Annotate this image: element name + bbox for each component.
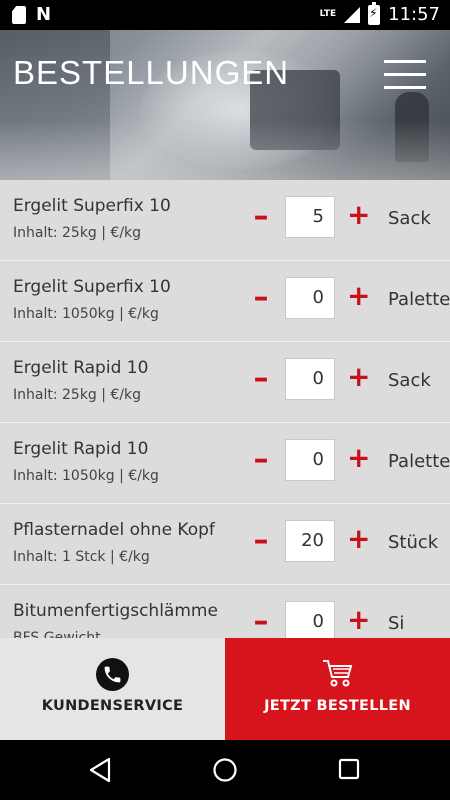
product-unit: Palette bbox=[388, 451, 450, 472]
product-name: Ergelit Superfix 10 bbox=[13, 277, 171, 297]
product-row: Ergelit Rapid 10 Inhalt: 1050kg | €/kg –… bbox=[0, 423, 450, 504]
header-image-dust bbox=[0, 120, 450, 180]
product-list[interactable]: Ergelit Superfix 10 Inhalt: 25kg | €/kg … bbox=[0, 180, 450, 638]
product-info: Inhalt: 25kg | €/kg bbox=[13, 387, 142, 403]
product-unit: Palette bbox=[388, 289, 450, 310]
decrease-quantity-button[interactable]: – bbox=[252, 526, 270, 556]
back-icon[interactable] bbox=[88, 757, 112, 783]
sd-card-icon bbox=[12, 6, 26, 24]
product-info: Inhalt: 25kg | €/kg bbox=[13, 225, 142, 241]
home-icon[interactable] bbox=[212, 757, 238, 783]
status-left: N bbox=[12, 5, 51, 25]
product-name: Bitumenfertigschlämme bbox=[13, 601, 218, 621]
product-unit: Stück bbox=[388, 532, 439, 553]
order-now-button[interactable]: JETZT BESTELLEN bbox=[225, 638, 450, 740]
product-info: Inhalt: 1050kg | €/kg bbox=[13, 306, 159, 322]
increase-quantity-button[interactable]: + bbox=[347, 201, 370, 229]
product-info: Inhalt: 1 Stck | €/kg bbox=[13, 549, 150, 565]
status-bar: N LTE 11:57 bbox=[0, 0, 450, 30]
decrease-quantity-button[interactable]: – bbox=[252, 445, 270, 475]
signal-icon bbox=[344, 6, 361, 23]
product-unit: Sack bbox=[388, 370, 431, 391]
battery-charging-icon bbox=[368, 1, 381, 25]
phone-icon bbox=[96, 658, 129, 691]
product-unit: Sack bbox=[388, 208, 431, 229]
network-type-label: LTE bbox=[319, 9, 337, 19]
menu-line bbox=[384, 73, 426, 76]
quantity-input[interactable]: 20 bbox=[285, 520, 335, 562]
product-name: Pflasternadel ohne Kopf bbox=[13, 520, 215, 540]
bottom-action-bar: KUNDENSERVICE JETZT BESTELLEN bbox=[0, 638, 450, 740]
quantity-input[interactable]: 0 bbox=[285, 601, 335, 638]
product-row: Ergelit Rapid 10 Inhalt: 25kg | €/kg – 0… bbox=[0, 342, 450, 423]
product-name: Ergelit Rapid 10 bbox=[13, 439, 149, 459]
recent-apps-icon[interactable] bbox=[338, 758, 360, 780]
product-unit: Si bbox=[388, 613, 405, 634]
product-info: BFS Gewicht bbox=[13, 630, 101, 638]
quantity-input[interactable]: 0 bbox=[285, 358, 335, 400]
increase-quantity-button[interactable]: + bbox=[347, 282, 370, 310]
order-now-label: JETZT BESTELLEN bbox=[264, 698, 411, 714]
page-title: BESTELLUNGEN bbox=[13, 54, 290, 91]
navigation-bar bbox=[0, 740, 450, 800]
n-notification-icon: N bbox=[36, 4, 52, 25]
quantity-input[interactable]: 5 bbox=[285, 196, 335, 238]
product-row: Pflasternadel ohne Kopf Inhalt: 1 Stck |… bbox=[0, 504, 450, 585]
increase-quantity-button[interactable]: + bbox=[347, 525, 370, 553]
menu-line bbox=[384, 60, 426, 63]
product-row: Ergelit Superfix 10 Inhalt: 25kg | €/kg … bbox=[0, 180, 450, 261]
menu-line bbox=[384, 86, 426, 89]
decrease-quantity-button[interactable]: – bbox=[252, 283, 270, 313]
quantity-input[interactable]: 0 bbox=[285, 439, 335, 481]
product-name: Ergelit Superfix 10 bbox=[13, 196, 171, 216]
increase-quantity-button[interactable]: + bbox=[347, 363, 370, 391]
header-banner: BESTELLUNGEN bbox=[0, 30, 450, 180]
increase-quantity-button[interactable]: + bbox=[347, 606, 370, 634]
product-info: Inhalt: 1050kg | €/kg bbox=[13, 468, 159, 484]
product-name: Ergelit Rapid 10 bbox=[13, 358, 149, 378]
decrease-quantity-button[interactable]: – bbox=[252, 607, 270, 637]
decrease-quantity-button[interactable]: – bbox=[252, 364, 270, 394]
status-right: LTE 11:57 bbox=[319, 1, 440, 25]
shopping-cart-icon bbox=[323, 660, 353, 687]
product-row: Bitumenfertigschlämme BFS Gewicht – 0 + … bbox=[0, 585, 450, 638]
product-row: Ergelit Superfix 10 Inhalt: 1050kg | €/k… bbox=[0, 261, 450, 342]
decrease-quantity-button[interactable]: – bbox=[252, 202, 270, 232]
customer-service-label: KUNDENSERVICE bbox=[41, 698, 184, 714]
customer-service-button[interactable]: KUNDENSERVICE bbox=[0, 638, 225, 740]
quantity-input[interactable]: 0 bbox=[285, 277, 335, 319]
hamburger-menu-icon[interactable] bbox=[384, 60, 426, 90]
increase-quantity-button[interactable]: + bbox=[347, 444, 370, 472]
status-time: 11:57 bbox=[388, 4, 440, 25]
